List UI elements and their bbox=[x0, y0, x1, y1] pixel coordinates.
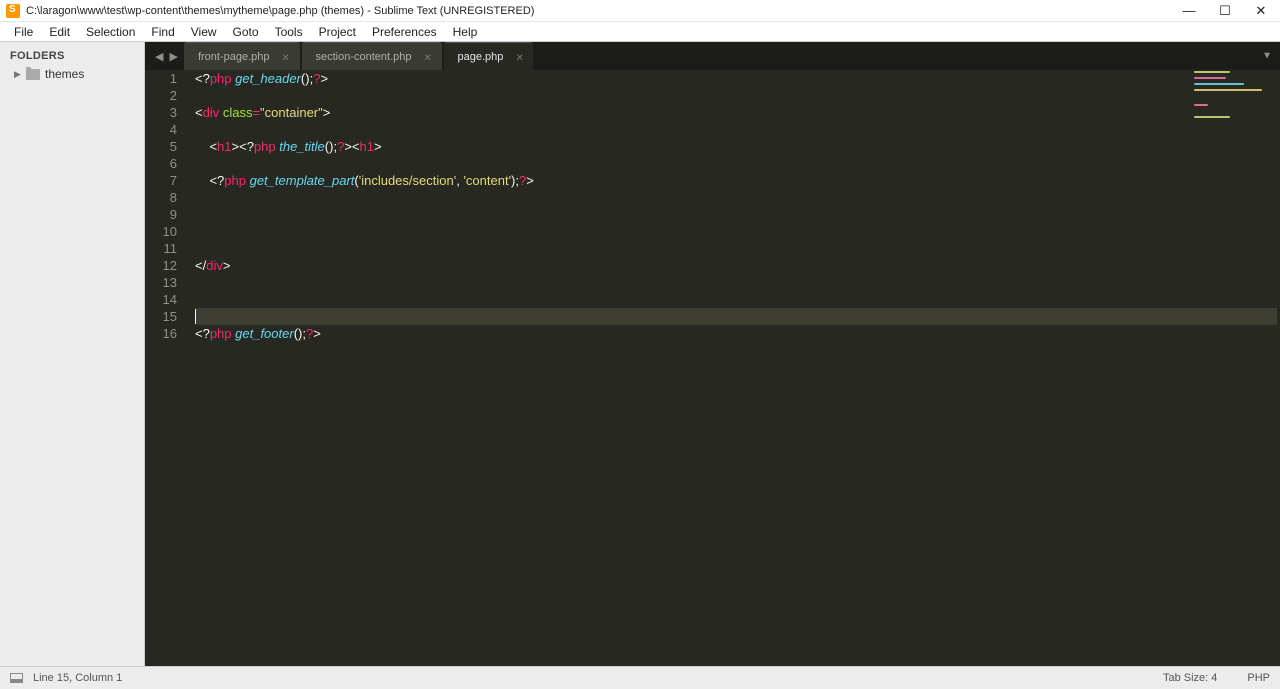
statusbar: Line 15, Column 1 Tab Size: 4 PHP bbox=[0, 666, 1280, 689]
minimap[interactable] bbox=[1190, 70, 1280, 666]
sidebar-item-label: themes bbox=[45, 67, 84, 81]
code-area[interactable]: 12345678910111213141516 <?php get_header… bbox=[145, 70, 1280, 666]
tab-label: section-content.php bbox=[316, 51, 412, 63]
tab-front-page[interactable]: front-page.php × bbox=[184, 42, 300, 70]
tab-history-forward-icon[interactable]: ▶ bbox=[169, 50, 177, 63]
minimize-button[interactable]: — bbox=[1182, 4, 1196, 18]
status-language[interactable]: PHP bbox=[1247, 672, 1270, 684]
menu-find[interactable]: Find bbox=[143, 25, 182, 39]
folder-icon bbox=[26, 69, 40, 80]
close-window-button[interactable]: ✕ bbox=[1254, 4, 1268, 18]
sidebar: FOLDERS ▶ themes bbox=[0, 42, 145, 666]
menu-view[interactable]: View bbox=[183, 25, 225, 39]
tabbar: ◀ ▶ front-page.php × section-content.php… bbox=[145, 42, 1280, 70]
sidebar-header: FOLDERS bbox=[0, 48, 144, 66]
panel-toggle-icon[interactable] bbox=[10, 673, 23, 683]
menu-selection[interactable]: Selection bbox=[78, 25, 143, 39]
status-tabsize[interactable]: Tab Size: 4 bbox=[1163, 672, 1217, 684]
status-position[interactable]: Line 15, Column 1 bbox=[33, 672, 122, 684]
menu-project[interactable]: Project bbox=[311, 25, 364, 39]
menu-goto[interactable]: Goto bbox=[225, 25, 267, 39]
main: FOLDERS ▶ themes ◀ ▶ front-page.php × se… bbox=[0, 42, 1280, 666]
code[interactable]: <?php get_header();?><div class="contain… bbox=[187, 70, 1280, 666]
menu-edit[interactable]: Edit bbox=[41, 25, 78, 39]
close-icon[interactable]: × bbox=[424, 50, 432, 63]
chevron-right-icon: ▶ bbox=[14, 69, 24, 80]
menu-help[interactable]: Help bbox=[445, 25, 486, 39]
editor: ◀ ▶ front-page.php × section-content.php… bbox=[145, 42, 1280, 666]
close-icon[interactable]: × bbox=[516, 50, 524, 63]
tab-label: front-page.php bbox=[198, 51, 270, 63]
maximize-button[interactable]: ☐ bbox=[1218, 4, 1232, 18]
window-title: C:\laragon\www\test\wp-content\themes\my… bbox=[26, 5, 1182, 17]
menu-file[interactable]: File bbox=[6, 25, 41, 39]
tab-overflow-icon[interactable]: ▼ bbox=[1262, 51, 1272, 62]
menu-preferences[interactable]: Preferences bbox=[364, 25, 445, 39]
menu-tools[interactable]: Tools bbox=[267, 25, 311, 39]
tab-section-content[interactable]: section-content.php × bbox=[302, 42, 442, 70]
menubar: File Edit Selection Find View Goto Tools… bbox=[0, 22, 1280, 42]
tab-history-back-icon[interactable]: ◀ bbox=[155, 50, 163, 63]
gutter: 12345678910111213141516 bbox=[145, 70, 187, 666]
titlebar: C:\laragon\www\test\wp-content\themes\my… bbox=[0, 0, 1280, 22]
close-icon[interactable]: × bbox=[282, 50, 290, 63]
sidebar-item-themes[interactable]: ▶ themes bbox=[0, 66, 144, 82]
app-icon bbox=[6, 4, 20, 18]
tab-page[interactable]: page.php × bbox=[444, 42, 534, 70]
tab-label: page.php bbox=[458, 51, 504, 63]
